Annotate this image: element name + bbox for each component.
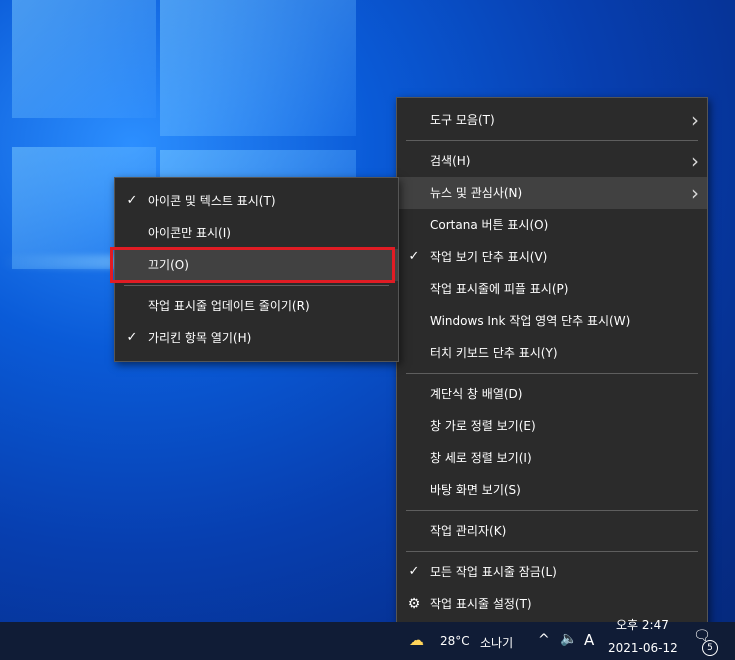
menu-item-0[interactable]: 도구 모음(T) › bbox=[397, 104, 707, 136]
menu-item-7[interactable]: Windows Ink 작업 영역 단추 표시(W) bbox=[397, 305, 707, 337]
menu-item-label: 작업 보기 단추 표시(V) bbox=[430, 250, 548, 264]
windows-logo-pane bbox=[160, 0, 356, 136]
clock-date[interactable]: 2021-06-12 bbox=[608, 641, 678, 655]
menu-item-11[interactable]: 창 가로 정렬 보기(E) bbox=[397, 410, 707, 442]
menu-item-label: 도구 모음(T) bbox=[430, 113, 495, 127]
annotation-highlight-box bbox=[110, 247, 395, 283]
weather-icon[interactable]: ☁ bbox=[409, 631, 424, 649]
menu-separator bbox=[406, 140, 698, 141]
menu-item-12[interactable]: 창 세로 정렬 보기(I) bbox=[397, 442, 707, 474]
menu-separator bbox=[124, 285, 389, 286]
notification-count: 5 bbox=[702, 640, 718, 656]
menu-item-4[interactable]: 작업 표시줄 업데이트 줄이기(R) bbox=[115, 290, 398, 322]
weather-temperature[interactable]: 28°C bbox=[440, 634, 470, 648]
notification-badge: 5 bbox=[702, 639, 718, 656]
menu-item-label: 아이콘만 표시(I) bbox=[148, 226, 231, 240]
checkmark-icon: ✓ bbox=[126, 330, 138, 345]
menu-item-1[interactable]: 아이콘만 표시(I) bbox=[115, 217, 398, 249]
menu-item-label: 작업 관리자(K) bbox=[430, 524, 507, 538]
windows-logo-pane bbox=[12, 0, 156, 118]
clock-time[interactable]: 오후 2:47 bbox=[616, 616, 669, 633]
menu-item-8[interactable]: 터치 키보드 단추 표시(Y) bbox=[397, 337, 707, 369]
volume-icon[interactable]: 🔈 bbox=[560, 631, 577, 647]
ime-indicator[interactable]: A bbox=[584, 631, 594, 649]
menu-item-6[interactable]: 작업 표시줄에 피플 표시(P) bbox=[397, 273, 707, 305]
checkmark-icon: ✓ bbox=[408, 249, 420, 264]
menu-item-label: 창 가로 정렬 보기(E) bbox=[430, 419, 536, 433]
menu-item-label: 창 세로 정렬 보기(I) bbox=[430, 451, 532, 465]
menu-separator bbox=[406, 510, 698, 511]
menu-item-13[interactable]: 바탕 화면 보기(S) bbox=[397, 474, 707, 506]
chevron-right-icon: › bbox=[691, 108, 699, 132]
menu-item-label: 터치 키보드 단추 표시(Y) bbox=[430, 346, 558, 360]
menu-item-label: 검색(H) bbox=[430, 154, 471, 168]
menu-item-3[interactable]: 뉴스 및 관심사(N) › bbox=[397, 177, 707, 209]
menu-item-label: 바탕 화면 보기(S) bbox=[430, 483, 521, 497]
weather-text[interactable]: 소나기 bbox=[480, 634, 513, 651]
menu-item-17[interactable]: ✓ 모든 작업 표시줄 잠금(L) bbox=[397, 556, 707, 588]
chevron-right-icon: › bbox=[691, 181, 699, 205]
checkmark-icon: ✓ bbox=[126, 193, 138, 208]
menu-item-label: 모든 작업 표시줄 잠금(L) bbox=[430, 565, 557, 579]
menu-item-label: 계단식 창 배열(D) bbox=[430, 387, 523, 401]
chevron-right-icon: › bbox=[691, 149, 699, 173]
menu-item-15[interactable]: 작업 관리자(K) bbox=[397, 515, 707, 547]
menu-item-label: Cortana 버튼 표시(O) bbox=[430, 218, 549, 232]
menu-item-label: 아이콘 및 텍스트 표시(T) bbox=[148, 194, 276, 208]
taskbar-context-menu: 도구 모음(T) › 검색(H) › 뉴스 및 관심사(N) › Cortana 버튼 표시… bbox=[396, 97, 708, 627]
menu-item-0[interactable]: ✓ 아이콘 및 텍스트 표시(T) bbox=[115, 185, 398, 217]
menu-item-label: 뉴스 및 관심사(N) bbox=[430, 186, 523, 200]
menu-item-5[interactable]: ✓ 작업 보기 단추 표시(V) bbox=[397, 241, 707, 273]
menu-item-4[interactable]: Cortana 버튼 표시(O) bbox=[397, 209, 707, 241]
menu-item-label: 작업 표시줄 설정(T) bbox=[430, 597, 532, 611]
show-hidden-icons-chevron[interactable]: ^ bbox=[538, 632, 550, 648]
menu-item-5[interactable]: ✓ 가리킨 항목 열기(H) bbox=[115, 322, 398, 354]
menu-separator bbox=[406, 373, 698, 374]
menu-item-label: Windows Ink 작업 영역 단추 표시(W) bbox=[430, 314, 631, 328]
menu-item-2[interactable]: 검색(H) › bbox=[397, 145, 707, 177]
menu-item-label: 가리킨 항목 열기(H) bbox=[148, 331, 252, 345]
gear-icon: ⚙ bbox=[407, 596, 421, 612]
menu-item-label: 작업 표시줄에 피플 표시(P) bbox=[430, 282, 569, 296]
menu-item-label: 작업 표시줄 업데이트 줄이기(R) bbox=[148, 299, 310, 313]
menu-separator bbox=[406, 551, 698, 552]
checkmark-icon: ✓ bbox=[408, 564, 420, 579]
taskbar: ☁ 28°C 소나기 ^ 🔈 A 오후 2:47 2021-06-12 🗨 5 bbox=[0, 618, 735, 660]
menu-item-10[interactable]: 계단식 창 배열(D) bbox=[397, 378, 707, 410]
